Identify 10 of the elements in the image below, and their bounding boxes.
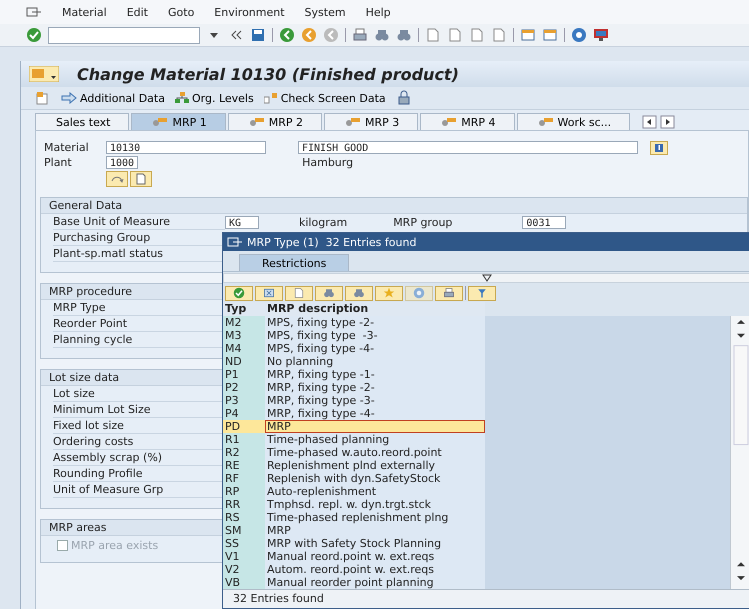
field-label: Base Unit of Measure: [53, 214, 225, 230]
unit-text: kilogram: [299, 216, 348, 228]
window-title: Change Material 10130 (Finished product): [77, 64, 459, 84]
dialog-title: MRP Type (1) 32 Entries found: [247, 236, 416, 248]
field-label: Material: [44, 141, 90, 154]
plant-name: Hamburg: [302, 156, 354, 169]
status-text: 32 Entries found: [223, 589, 749, 608]
group-title: General Data: [41, 198, 747, 214]
field-label: Plant: [44, 156, 73, 169]
field-label: MRP group: [393, 216, 452, 228]
